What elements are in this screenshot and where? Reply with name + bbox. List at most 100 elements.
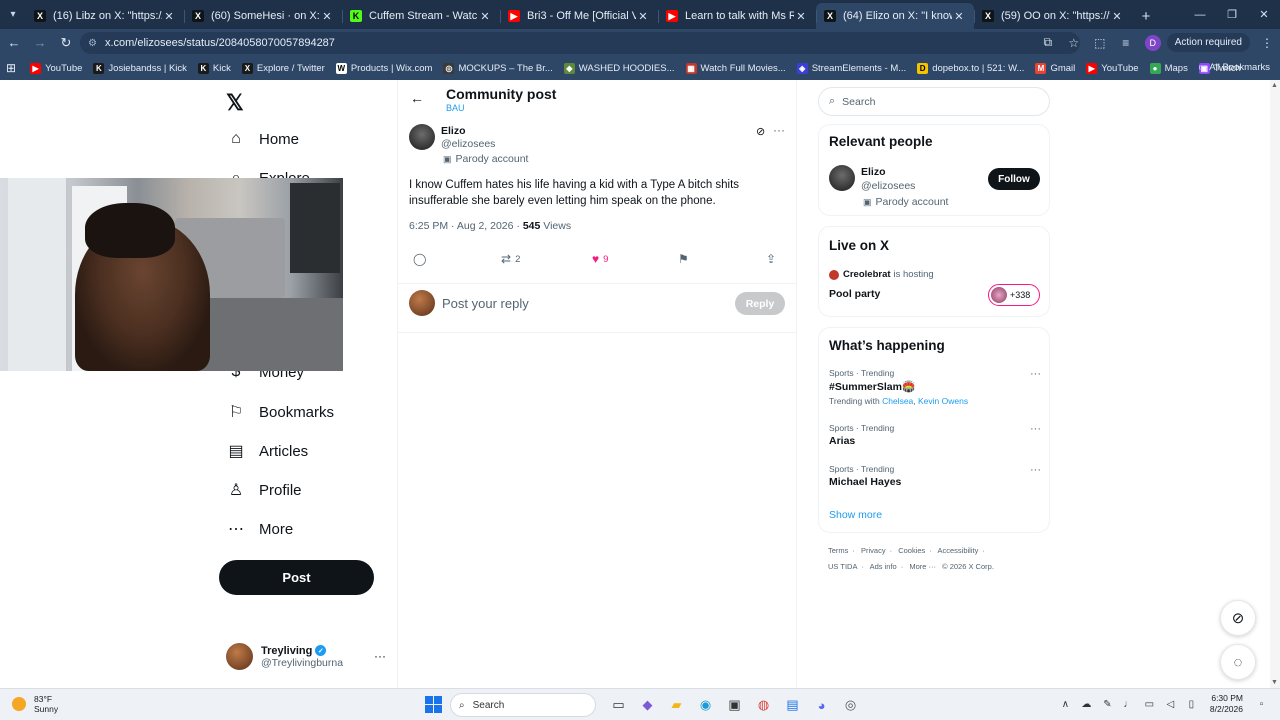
sidebar-item-home[interactable]: ⌂ Home xyxy=(226,130,299,148)
volume-icon[interactable]: ◁ xyxy=(1160,699,1181,710)
extensions-icon[interactable]: ⬚ xyxy=(1087,36,1113,50)
trend-more-icon[interactable]: ··· xyxy=(1030,464,1041,476)
author-name[interactable]: Elizo xyxy=(441,125,466,137)
network-icon[interactable]: ▭ xyxy=(1139,699,1160,710)
x-logo-icon[interactable]: 𝕏 xyxy=(226,90,244,116)
sidebar-item-more[interactable]: ⋯ More xyxy=(226,519,293,539)
photos-icon[interactable]: ▤ xyxy=(778,693,807,717)
reply-action[interactable]: ◯ xyxy=(413,252,430,266)
sidebar-item-profile[interactable]: ♙ Profile xyxy=(226,480,302,500)
clock[interactable]: 6:30 PM 8/2/2026 xyxy=(1210,693,1243,715)
pen-icon[interactable]: ✎ xyxy=(1097,699,1118,710)
restore-icon[interactable]: ❐ xyxy=(1216,0,1248,29)
taskbar-search[interactable]: ⌕ Search xyxy=(450,693,596,717)
bookmark-item[interactable]: K Kick xyxy=(197,62,231,74)
relevant-person-handle[interactable]: @elizosees xyxy=(861,180,915,192)
grok-fab-icon[interactable]: ⊘ xyxy=(1220,600,1256,636)
messages-fab-icon[interactable]: ◌ xyxy=(1220,644,1256,680)
author-handle[interactable]: @elizosees xyxy=(441,138,495,150)
action-required-button[interactable]: Action required xyxy=(1166,33,1250,52)
trend-item[interactable]: Sports · Trending Arias ··· xyxy=(829,423,1041,447)
like-action[interactable]: ♥ 9 xyxy=(592,252,608,266)
discord-icon[interactable]: ◕ xyxy=(807,693,836,717)
weather-widget[interactable]: 83°F Sunny xyxy=(12,694,58,714)
close-window-icon[interactable]: ✕ xyxy=(1248,0,1280,29)
tab-close-icon[interactable]: ✕ xyxy=(952,10,966,23)
apps-grid-icon[interactable]: ⊞ xyxy=(6,61,16,75)
edge-icon[interactable]: ◉ xyxy=(691,693,720,717)
store-icon[interactable]: ▣ xyxy=(720,693,749,717)
bookmark-item[interactable]: ◎ MOCKUPS – The Br... xyxy=(443,62,553,74)
star-bookmark-icon[interactable]: ☆ xyxy=(1061,36,1087,50)
post-timestamp[interactable]: 6:25 PM · Aug 2, 2026 · xyxy=(409,220,523,232)
notifications-icon[interactable]: ▫ xyxy=(1251,699,1272,710)
battery-icon[interactable]: ▯ xyxy=(1181,699,1202,710)
media-controls-icon[interactable]: ≡ xyxy=(1113,36,1139,50)
tab-close-icon[interactable]: ✕ xyxy=(162,10,176,23)
footer-cookies[interactable]: Cookies xyxy=(898,546,925,555)
chevron-up-icon[interactable]: ∧ xyxy=(1055,699,1076,710)
browser-tab[interactable]: ▶ Bri3 - Off Me [Official Video] - Y✕ xyxy=(500,3,658,29)
post-button[interactable]: Post xyxy=(219,560,374,595)
bookmark-item[interactable]: Ddopebox.to | 521: W... xyxy=(917,62,1024,74)
profile-avatar[interactable]: D xyxy=(1144,34,1161,51)
account-switcher[interactable]: Treyliving ✓ @Treylivingburna ··· xyxy=(226,643,386,670)
reload-icon[interactable]: ↻ xyxy=(54,31,78,55)
footer-terms[interactable]: Terms xyxy=(828,546,848,555)
cloud-icon[interactable]: ☁ xyxy=(1076,699,1097,710)
show-more-link[interactable]: Show more xyxy=(829,509,882,521)
grok-icon[interactable]: ⊘ xyxy=(756,125,765,138)
app-icon[interactable]: ◎ xyxy=(836,693,865,717)
live-space-title[interactable]: Pool party xyxy=(829,288,880,300)
sidebar-item-articles[interactable]: ▤ Articles xyxy=(226,441,308,461)
account-more-icon[interactable]: ··· xyxy=(374,649,386,663)
all-bookmarks-link[interactable]: ▭ All Bookmarks xyxy=(1198,62,1270,73)
live-host[interactable]: Creolebrat is hosting xyxy=(829,269,934,280)
tab-search-chevron-icon[interactable]: ▾ xyxy=(0,0,26,29)
author-avatar[interactable] xyxy=(409,124,435,150)
bookmark-item[interactable]: W Products | Wix.com xyxy=(335,62,432,74)
trend-more-icon[interactable]: ··· xyxy=(1030,423,1041,435)
footer-ads-info[interactable]: Ads info xyxy=(870,562,897,571)
site-info-icon[interactable]: ⚙ xyxy=(88,38,97,49)
page-scrollbar[interactable] xyxy=(1270,80,1280,688)
browser-tab[interactable]: ▶ Learn to talk with Ms Rachel, Sa✕ xyxy=(658,3,816,29)
forward-icon[interactable]: → xyxy=(28,31,52,55)
tab-close-icon[interactable]: ✕ xyxy=(1110,10,1124,23)
browser-tab[interactable]: K Cuffem Stream - Watch Live on✕ xyxy=(342,3,500,29)
bookmark-item[interactable]: M Gmail xyxy=(1035,62,1075,74)
tab-close-icon[interactable]: ✕ xyxy=(794,10,808,23)
tab-close-icon[interactable]: ✕ xyxy=(478,10,492,23)
bookmark-item[interactable]: ◈ StreamElements - M... xyxy=(796,62,906,74)
bookmark-item[interactable]: ▦ Watch Full Movies... xyxy=(685,62,786,74)
copilot-icon[interactable]: ◆ xyxy=(633,693,662,717)
back-icon[interactable]: ← xyxy=(2,31,26,55)
follow-button[interactable]: Follow xyxy=(988,168,1040,190)
bookmark-item[interactable]: ▶ YouTube xyxy=(1086,62,1139,74)
browser-menu-icon[interactable]: ⋮ xyxy=(1254,36,1280,50)
bookmark-item[interactable]: K Josiebandss | Kick xyxy=(93,62,187,74)
post-more-icon[interactable]: ··· xyxy=(773,123,785,137)
reply-input[interactable]: Post your reply xyxy=(442,296,529,311)
share-action[interactable]: ⇪ xyxy=(766,252,780,266)
search-input[interactable]: ⌕ Search xyxy=(818,87,1050,116)
browser-tab[interactable]: X (16) Libz on X: "https://t.co/eYa✕ xyxy=(26,3,184,29)
trend-item[interactable]: Sports · Trending Michael Hayes ··· xyxy=(829,464,1041,488)
footer-accessibility[interactable]: Accessibility xyxy=(937,546,978,555)
sidebar-item-bookmarks[interactable]: ⚐ Bookmarks xyxy=(226,402,334,422)
relevant-person-name[interactable]: Elizo xyxy=(861,166,886,178)
bookmark-item[interactable]: X Explore / Twitter xyxy=(241,62,325,74)
minimize-icon[interactable]: — xyxy=(1184,0,1216,29)
live-listeners-badge[interactable]: +338 xyxy=(988,284,1040,306)
relevant-person-avatar[interactable] xyxy=(829,165,855,191)
browser-tab[interactable]: X (64) Elizo on X: "I know Cuffem✕ xyxy=(816,3,974,29)
browser-tab[interactable]: X (59) OO on X: "https://t.co/XBX✕ xyxy=(974,3,1132,29)
install-app-icon[interactable]: ⧉ xyxy=(1035,35,1061,50)
bookmark-action[interactable]: ⚑ xyxy=(678,252,693,266)
repost-action[interactable]: ⇄ 2 xyxy=(501,252,520,266)
tab-close-icon[interactable]: ✕ xyxy=(636,10,650,23)
tab-close-icon[interactable]: ✕ xyxy=(320,10,334,23)
back-arrow-icon[interactable]: ← xyxy=(410,90,424,106)
footer-more[interactable]: More ··· xyxy=(909,562,936,571)
trend-link-chelsea[interactable]: Chelsea xyxy=(882,396,913,406)
